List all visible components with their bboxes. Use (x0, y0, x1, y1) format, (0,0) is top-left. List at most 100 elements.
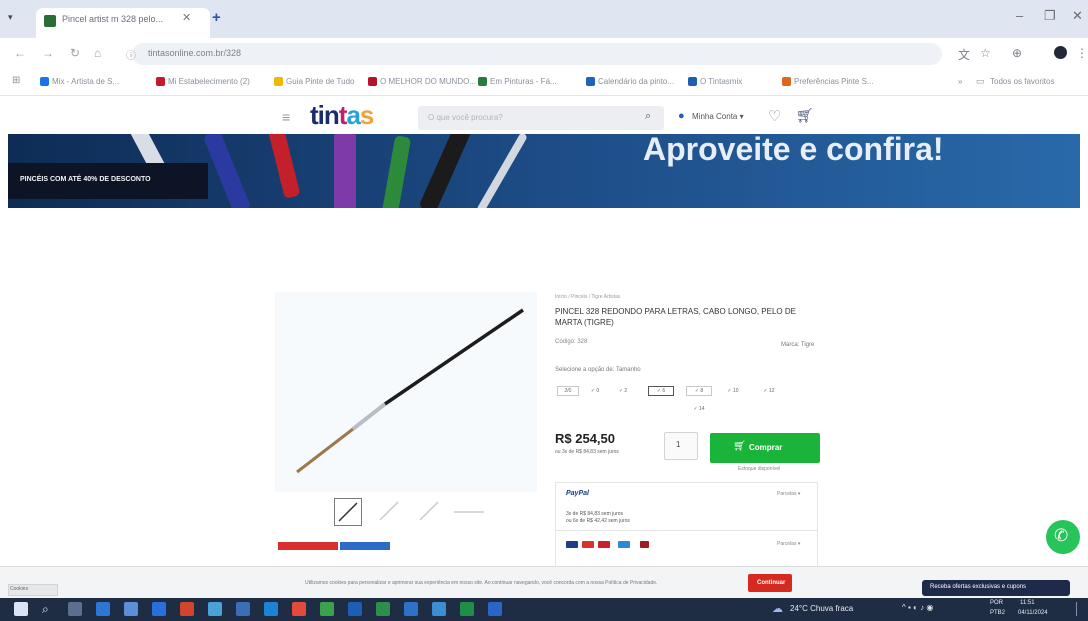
user-icon[interactable]: ● (678, 110, 685, 122)
bookmark-star-icon[interactable]: ☆ (980, 46, 991, 60)
maximize-window-button[interactable]: ❐ (1044, 8, 1056, 24)
browser-menu-icon[interactable]: ⋮ (1076, 46, 1088, 60)
bookmark-item[interactable]: O MELHOR DO MUNDO... (380, 77, 476, 86)
size-option[interactable]: ✓ 10 (720, 386, 746, 396)
address-bar[interactable] (132, 43, 942, 65)
product-badge-blue (340, 542, 390, 550)
taskbar-app-icon[interactable] (152, 602, 166, 616)
keyboard-layout[interactable]: PTB2 (990, 610, 1005, 616)
site-logo[interactable]: tintas (310, 100, 374, 131)
breadcrumb[interactable]: Início / Pincéis / Tigre Artistas (555, 294, 620, 300)
tab-close-icon[interactable]: ✕ (182, 11, 191, 24)
thumbnail[interactable] (376, 498, 404, 526)
tab-title: Pincel artist m 328 pelo... (62, 14, 164, 24)
extensions-icon[interactable]: ⊕ (1012, 46, 1022, 60)
taskbar-search-icon[interactable]: ⌕ (42, 602, 56, 616)
size-option[interactable]: ✓ 8 (686, 386, 712, 396)
buy-button-label[interactable]: Comprar (749, 443, 782, 452)
bookmark-item[interactable]: Calendário da pinto... (598, 77, 674, 86)
size-option[interactable]: ✓ 0 (584, 386, 606, 396)
language-indicator[interactable]: POR (990, 600, 1003, 606)
thumbnail[interactable] (452, 498, 484, 526)
taskbar-app-icon[interactable] (180, 602, 194, 616)
site-search-placeholder: O que você procura? (428, 113, 503, 122)
taskbar-app-icon[interactable] (348, 602, 362, 616)
whatsapp-icon[interactable]: ✆ (1054, 526, 1068, 546)
quantity-value[interactable]: 1 (676, 440, 680, 449)
size-option[interactable]: ✓ 14 (686, 404, 712, 414)
back-icon[interactable]: ← (14, 46, 26, 60)
weather-text[interactable]: 24°C Chuva fraca (790, 604, 853, 613)
taskbar-app-icon[interactable] (236, 602, 250, 616)
forward-icon[interactable]: → (42, 46, 54, 60)
show-desktop-button[interactable] (1076, 602, 1082, 616)
amex-card-icon (618, 541, 630, 548)
mastercard-card-icon (582, 541, 594, 548)
taskbar-app-icon[interactable] (432, 602, 446, 616)
site-info-icon[interactable]: ⓘ (126, 47, 136, 62)
bookmarks-overflow-icon[interactable]: » (958, 77, 962, 86)
thumbnail-brush-icon (338, 502, 358, 522)
cookie-tab-label[interactable]: Cookies (10, 586, 28, 592)
banner-marker (476, 134, 528, 208)
size-option-selected[interactable]: ✓ 6 (648, 386, 674, 396)
paypal-installments-toggle[interactable]: Parcelas ▾ (777, 491, 800, 497)
taskbar-app-icon[interactable] (208, 602, 222, 616)
logo-part: tin (310, 100, 340, 130)
folder-icon: ▭ (976, 76, 985, 86)
close-window-button[interactable]: ✕ (1072, 8, 1083, 24)
bookmark-item[interactable]: Guia Pinte de Tudo (286, 77, 355, 86)
bookmark-item[interactable]: Em Pinturas - Fá... (490, 77, 557, 86)
product-image[interactable] (275, 292, 537, 492)
cookie-accept-label[interactable]: Continuar (757, 580, 785, 586)
taskbar-app-icon[interactable] (488, 602, 502, 616)
weather-icon[interactable]: ☁ (772, 602, 786, 616)
thumbnail[interactable] (416, 498, 444, 526)
start-icon[interactable] (14, 602, 28, 616)
card-installments-toggle[interactable]: Parcelas ▾ (777, 541, 800, 547)
promo-signup-label[interactable]: Receba ofertas exclusivas e cupons (930, 584, 1026, 590)
tab-favicon-icon (44, 15, 56, 27)
bookmark-item[interactable]: Preferências Pinte S... (794, 77, 874, 86)
banner-headline: Aproveite e confira! (643, 131, 944, 167)
size-option[interactable]: ✓ 2 (612, 386, 634, 396)
thumbnail-selected[interactable] (334, 498, 362, 526)
site-menu-icon[interactable]: ≡ (282, 109, 290, 125)
minimize-window-button[interactable]: – (1016, 8, 1023, 23)
quantity-stepper[interactable] (664, 432, 698, 460)
size-option[interactable]: ✓ 12 (756, 386, 782, 396)
home-icon[interactable]: ⌂ (94, 46, 101, 60)
stock-note: Estoque disponível (738, 466, 781, 472)
profile-avatar[interactable] (1054, 46, 1067, 59)
taskbar-app-icon[interactable] (124, 602, 138, 616)
bookmark-item[interactable]: Mi Estabelecimento (2) (168, 77, 250, 86)
cart-icon[interactable]: 🛒︎ (796, 107, 814, 124)
bookmark-item[interactable]: Mix - Artista de S... (52, 77, 119, 86)
taskbar-app-icon[interactable] (460, 602, 474, 616)
bookmark-favicon-icon (274, 77, 283, 86)
clock-time[interactable]: 11:51 (1020, 600, 1035, 606)
reload-icon[interactable]: ↻ (70, 46, 80, 60)
thumbnail-brush-icon (379, 501, 399, 521)
heart-icon[interactable]: ♡ (768, 107, 781, 125)
taskbar-app-icon[interactable] (264, 602, 278, 616)
new-tab-button[interactable]: + (212, 9, 221, 26)
tab-list-icon[interactable]: ▾ (8, 12, 13, 23)
translate-icon[interactable]: 文 (958, 46, 970, 63)
system-tray-icons[interactable]: ^ ▪ ◐ ♪ ◉ (902, 603, 933, 612)
bookmark-favicon-icon (478, 77, 487, 86)
search-icon[interactable]: ⌕ (645, 110, 651, 123)
taskbar-app-icon[interactable] (404, 602, 418, 616)
apps-icon[interactable]: ⊞ (12, 75, 20, 86)
all-bookmarks-link[interactable]: Todos os favoritos (990, 77, 1054, 86)
taskbar-app-icon[interactable] (376, 602, 390, 616)
account-menu[interactable]: Minha Conta ▾ (692, 112, 744, 121)
size-option[interactable]: 2/0 (557, 386, 579, 396)
paypal-logo: PayPal (566, 490, 589, 497)
clock-date[interactable]: 04/11/2024 (1018, 610, 1048, 616)
taskbar-app-icon[interactable] (320, 602, 334, 616)
task-view-icon[interactable] (68, 602, 82, 616)
taskbar-app-icon[interactable] (292, 602, 306, 616)
taskbar-app-icon[interactable] (96, 602, 110, 616)
bookmark-item[interactable]: O Tintasmix (700, 77, 742, 86)
